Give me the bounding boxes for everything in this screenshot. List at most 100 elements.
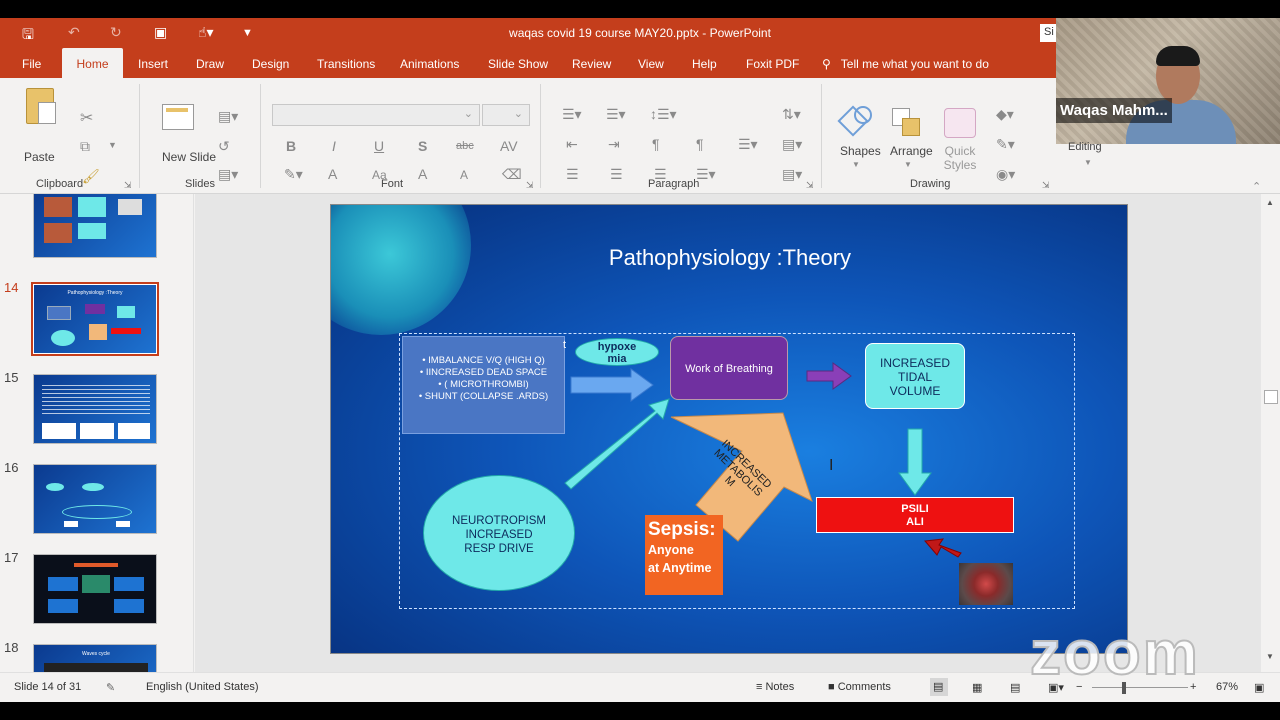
decrease-indent-icon[interactable]: ⇤ [566,136,578,153]
coronavirus-image[interactable] [959,563,1013,605]
new-slide-icon-bar [166,108,188,112]
tab-foxit-pdf[interactable]: Foxit PDF [738,48,807,78]
grow-font-button[interactable]: A [418,166,427,182]
font-name-combo[interactable]: ⌄ [272,104,480,126]
bullets-icon[interactable]: ☰▾ [562,106,582,123]
scroll-up-icon[interactable]: ▲ [1266,198,1274,207]
underline-button[interactable]: U [374,138,384,154]
slide-thumbnail-14[interactable]: Pathophysiology :Theory [31,282,159,356]
shape-fill-icon[interactable]: ◆▾ [996,106,1014,123]
spelling-icon[interactable]: ✎ [106,681,115,694]
ltr-icon[interactable]: ¶ [652,136,660,152]
paragraph-launcher-icon[interactable]: ⇲ [806,180,814,191]
psili-box[interactable]: PSILI ALI [816,497,1014,533]
font-color-button[interactable]: A [328,166,337,182]
font-size-combo[interactable]: ⌄ [482,104,530,126]
copy-dropdown-icon[interactable]: ▼ [108,140,117,150]
tab-transitions[interactable]: Transitions [309,48,383,78]
comments-button[interactable]: ■ Comments [828,681,891,693]
smartart-icon[interactable]: ▤▾ [782,166,802,183]
shapes-dropdown-icon[interactable]: ▼ [852,160,860,169]
tab-slide-show[interactable]: Slide Show [480,48,556,78]
tab-draw[interactable]: Draw [188,48,232,78]
copy-icon[interactable]: ⧉ [80,138,90,155]
neuro-line: NEUROTROPISM [452,515,546,527]
slide-canvas[interactable]: Pathophysiology :Theory • IMBALANCE V/Q … [330,204,1128,654]
slide-thumbnail-13[interactable] [33,194,157,258]
notes-icon: ≡ [756,681,763,693]
align-text-icon[interactable]: ▤▾ [782,136,802,153]
align-left-icon[interactable]: ☰ [566,166,579,183]
neurotropism-ellipse[interactable]: NEUROTROPISM INCREASED RESP DRIVE [423,475,575,591]
highlight-icon[interactable]: ✎▾ [284,166,303,183]
reading-view-icon[interactable]: ▤ [1010,681,1020,694]
editing-dropdown-icon[interactable]: ▼ [1084,158,1092,167]
layout-icon[interactable]: ▤▾ [218,108,238,125]
zoom-level[interactable]: 67% [1216,681,1238,693]
tab-help[interactable]: Help [684,48,725,78]
slide-thumbnail-16[interactable] [33,464,157,534]
language-indicator[interactable]: English (United States) [146,681,259,693]
slide-indicator[interactable]: Slide 14 of 31 [14,681,81,693]
line-spacing-icon[interactable]: ↕☰▾ [650,106,677,123]
work-of-breathing-box[interactable]: Work of Breathing [670,336,788,400]
paste-label: Paste [24,150,55,164]
tell-me-search[interactable]: ⚲ Tell me what you want to do [822,48,989,78]
drawing-launcher-icon[interactable]: ⇲ [1042,180,1050,191]
quick-styles-button[interactable] [942,106,978,140]
character-spacing-button[interactable]: AV [500,138,518,154]
reset-icon[interactable]: ↺ [218,138,230,155]
scrollbar-thumb[interactable] [1264,390,1278,404]
collapse-ribbon-icon[interactable]: ⌃ [1252,180,1261,193]
causes-text-box[interactable]: • IMBALANCE V/Q (HIGH Q) • IINCREASED DE… [402,336,565,434]
increased-tidal-volume-box[interactable]: INCREASED TIDAL VOLUME [865,343,965,409]
tab-animations[interactable]: Animations [392,48,467,78]
increase-indent-icon[interactable]: ⇥ [608,136,620,153]
new-slide-button[interactable] [160,104,196,136]
arrange-dropdown-icon[interactable]: ▼ [904,160,912,169]
bold-button[interactable]: B [286,138,296,154]
font-launcher-icon[interactable]: ⇲ [526,180,534,191]
tab-file[interactable]: File [14,48,49,78]
strikethrough-button[interactable]: abc [456,140,474,152]
blue-right-arrow [570,368,654,402]
text-direction-icon[interactable]: ⇅▾ [782,106,801,123]
shape-outline-icon[interactable]: ✎▾ [996,136,1015,153]
align-center-icon[interactable]: ☰ [610,166,623,183]
clipboard-group-label: Clipboard [36,178,84,190]
clear-formatting-icon[interactable]: ⌫ [502,166,522,183]
section-icon[interactable]: ▤▾ [218,166,238,183]
notes-button[interactable]: ≡ Notes [756,681,794,693]
slide-sorter-icon[interactable]: ▦ [972,681,982,694]
vertical-scrollbar[interactable]: ▲ ▼ [1262,194,1280,672]
tab-design[interactable]: Design [244,48,297,78]
normal-view-button[interactable]: ▤ [930,678,948,696]
arrange-button[interactable] [890,106,926,140]
tab-review[interactable]: Review [564,48,619,78]
numbering-icon[interactable]: ☰▾ [606,106,626,123]
format-painter-icon[interactable]: 🖌 [82,168,100,185]
slide-thumbnail-18[interactable]: Waves cycle [33,644,157,672]
hypoxemia-ellipse[interactable]: hypoxe mia [575,338,659,366]
shadow-button[interactable]: S [418,138,427,154]
clipboard-launcher-icon[interactable]: ⇲ [124,180,132,191]
shrink-font-button[interactable]: A [460,168,468,182]
cut-icon[interactable]: ✂ [80,108,93,128]
tab-view[interactable]: View [630,48,672,78]
shape-effects-icon[interactable]: ◉▾ [996,166,1015,183]
rtl-icon[interactable]: ¶ [696,136,704,152]
shapes-button[interactable] [837,105,876,140]
thumb-ellipse [51,330,75,346]
fit-slide-icon[interactable]: ▣ [1254,681,1264,694]
sepsis-image[interactable]: Sepsis: Anyone at Anytime [645,515,723,595]
slide-thumbnail-15[interactable] [33,374,157,444]
tab-home[interactable]: Home [62,48,123,78]
scroll-down-icon[interactable]: ▼ [1266,652,1274,661]
slide-thumbnail-17[interactable] [33,554,157,624]
italic-button[interactable]: I [332,138,336,154]
tab-insert[interactable]: Insert [130,48,176,78]
psili-line: PSILI [901,503,929,515]
bullet-text: IMBALANCE V/Q (HIGH Q) [428,355,545,366]
paste-button[interactable] [22,86,60,126]
columns-icon[interactable]: ☰▾ [738,136,758,153]
